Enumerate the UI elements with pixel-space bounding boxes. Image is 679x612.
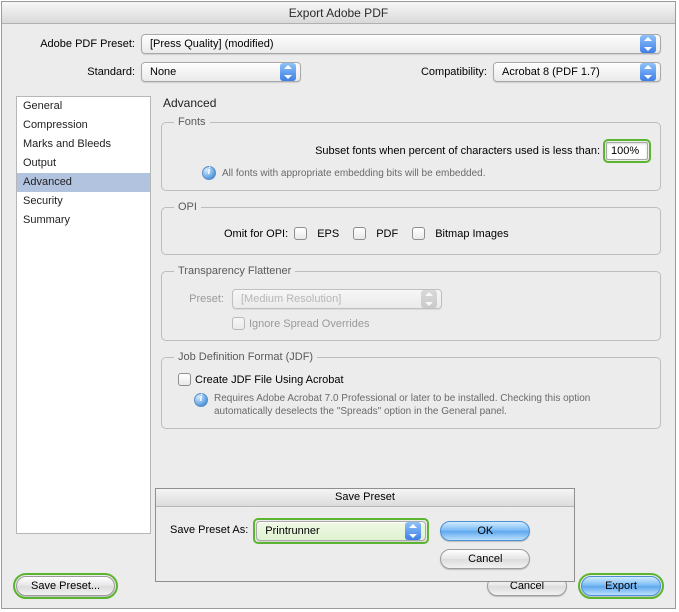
opi-group: OPI Omit for OPI: EPS PDF Bitmap Images <box>161 201 661 255</box>
preset-label: Adobe PDF Preset: <box>16 38 141 50</box>
omit-eps-checkbox[interactable] <box>294 227 307 240</box>
flattener-preset-label: Preset: <box>174 293 224 305</box>
flattener-legend: Transparency Flattener <box>174 265 295 277</box>
pdf-label: PDF <box>376 228 398 240</box>
fonts-group: Fonts Subset fonts when percent of chara… <box>161 116 661 191</box>
info-icon <box>202 166 216 180</box>
main-area: General Compression Marks and Bleeds Out… <box>2 96 675 534</box>
create-jdf-checkbox[interactable] <box>178 373 191 386</box>
content-heading: Advanced <box>163 96 661 110</box>
omit-label: Omit for OPI: <box>224 228 288 240</box>
updown-icon <box>640 35 656 53</box>
standard-value: None <box>150 66 176 78</box>
omit-bitmap-checkbox[interactable] <box>412 227 425 240</box>
jdf-help-text: Requires Adobe Acrobat 7.0 Professional … <box>214 392 624 418</box>
sidebar-item-marks-bleeds[interactable]: Marks and Bleeds <box>17 135 150 154</box>
sidebar-item-advanced[interactable]: Advanced <box>17 173 150 192</box>
subset-fonts-label: Subset fonts when percent of characters … <box>315 145 600 157</box>
flattener-group: Transparency Flattener Preset: [Medium R… <box>161 265 661 341</box>
standard-select[interactable]: None <box>141 62 301 82</box>
sidebar-item-compression[interactable]: Compression <box>17 116 150 135</box>
save-preset-button[interactable]: Save Preset... <box>16 576 115 596</box>
flattener-preset-select: [Medium Resolution] <box>232 289 442 309</box>
sidebar-item-security[interactable]: Security <box>17 192 150 211</box>
jdf-legend: Job Definition Format (JDF) <box>174 351 317 363</box>
sidebar-item-output[interactable]: Output <box>17 154 150 173</box>
flattener-preset-value: [Medium Resolution] <box>241 293 341 305</box>
create-jdf-label: Create JDF File Using Acrobat <box>195 374 344 386</box>
updown-icon <box>280 63 296 81</box>
jdf-group: Job Definition Format (JDF) Create JDF F… <box>161 351 661 429</box>
fonts-legend: Fonts <box>174 116 210 128</box>
save-preset-title: Save Preset <box>156 489 574 507</box>
save-preset-as-combobox[interactable]: Printrunner <box>256 521 426 541</box>
sidebar-item-general[interactable]: General <box>17 97 150 116</box>
subset-percent-input[interactable] <box>606 142 648 160</box>
preset-select[interactable]: [Press Quality] (modified) <box>141 34 661 54</box>
compatibility-select[interactable]: Acrobat 8 (PDF 1.7) <box>493 62 661 82</box>
updown-icon <box>421 290 437 308</box>
omit-pdf-checkbox[interactable] <box>353 227 366 240</box>
fonts-help-text: All fonts with appropriate embedding bit… <box>222 167 486 180</box>
opi-legend: OPI <box>174 201 201 213</box>
category-sidebar: General Compression Marks and Bleeds Out… <box>16 96 151 534</box>
save-preset-cancel-button[interactable]: Cancel <box>440 549 530 569</box>
sidebar-item-summary[interactable]: Summary <box>17 211 150 230</box>
content-panel: Advanced Fonts Subset fonts when percent… <box>161 96 661 534</box>
save-preset-as-label: Save Preset As: <box>170 521 248 536</box>
preset-value: [Press Quality] (modified) <box>150 38 273 50</box>
ignore-overrides-checkbox <box>232 317 245 330</box>
compatibility-label: Compatibility: <box>421 66 493 78</box>
updown-icon <box>640 63 656 81</box>
standard-label: Standard: <box>16 66 141 78</box>
updown-icon <box>405 522 421 540</box>
top-options: Adobe PDF Preset: [Press Quality] (modif… <box>2 24 675 96</box>
export-pdf-window: Export Adobe PDF Adobe PDF Preset: [Pres… <box>1 1 676 609</box>
window-title: Export Adobe PDF <box>2 2 675 24</box>
eps-label: EPS <box>317 228 339 240</box>
bitmap-label: Bitmap Images <box>435 228 508 240</box>
save-preset-as-value: Printrunner <box>265 525 319 537</box>
export-button[interactable]: Export <box>581 576 661 596</box>
save-preset-ok-button[interactable]: OK <box>440 521 530 541</box>
compatibility-value: Acrobat 8 (PDF 1.7) <box>502 66 600 78</box>
info-icon <box>194 393 208 407</box>
ignore-overrides-label: Ignore Spread Overrides <box>249 318 369 330</box>
save-preset-dialog: Save Preset Save Preset As: Printrunner … <box>155 488 575 582</box>
